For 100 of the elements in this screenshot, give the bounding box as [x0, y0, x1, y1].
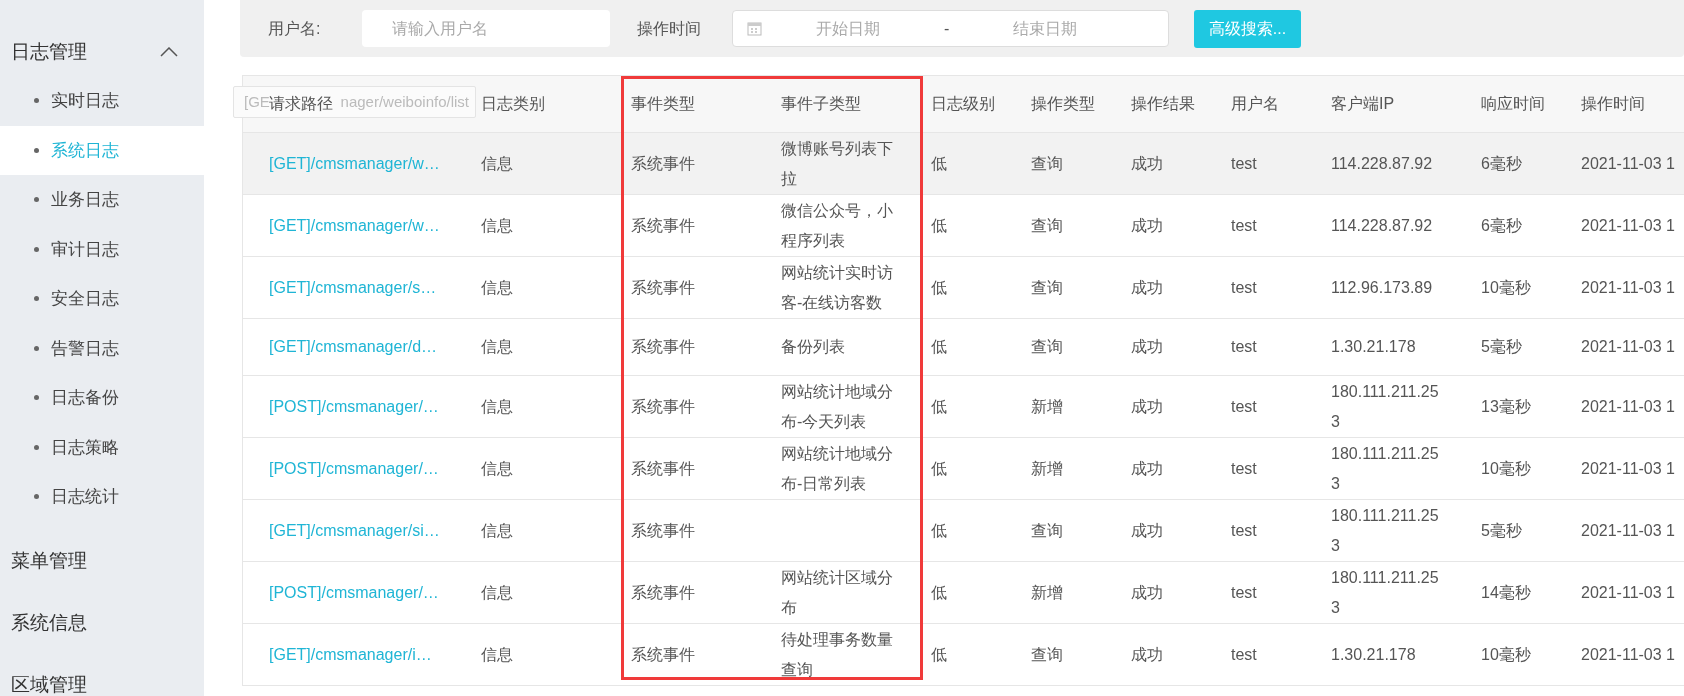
- table-cell-text: 系统事件: [631, 337, 695, 357]
- menu-item[interactable]: 日志备份: [0, 373, 204, 423]
- table-cell-text: 114.228.87.92: [1331, 153, 1433, 174]
- menu-group[interactable]: 日志管理: [0, 28, 204, 76]
- table-cell-text: 查询: [1031, 337, 1063, 357]
- username-label: 用户名:: [268, 18, 322, 39]
- table-cell-text: 成功: [1131, 277, 1163, 298]
- table-cell-text: 微信公众号，小程序列表: [781, 200, 894, 251]
- table-cell-text: 成功: [1131, 337, 1163, 357]
- tooltip-text-start: [GE: [244, 91, 270, 110]
- table-cell-text: 低: [931, 337, 947, 357]
- table-cell-text: 系统事件: [631, 396, 695, 417]
- table-cell-text: 查询: [1031, 644, 1063, 665]
- end-date-placeholder: 结束日期: [1013, 18, 1078, 39]
- table-cell-text: test: [1231, 520, 1257, 541]
- table-cell-text: 2021-11-03 1: [1581, 215, 1675, 236]
- table-cell-text: 信息: [481, 215, 513, 236]
- table-cell-text: 新增: [1031, 458, 1063, 479]
- time-label: 操作时间: [637, 18, 702, 39]
- table-cell-text: 信息: [481, 277, 513, 298]
- table-cell-text: 5毫秒: [1481, 520, 1522, 541]
- column-header: 请求路径: [269, 94, 333, 114]
- table-cell-text: 2021-11-03 1: [1581, 644, 1675, 665]
- date-range-field[interactable]: 开始日期 - 结束日期: [732, 10, 1169, 47]
- table-cell-text: 112.96.173.89: [1331, 277, 1433, 298]
- table-cell-text: test: [1231, 644, 1257, 665]
- menu-item[interactable]: 告警日志: [0, 323, 204, 373]
- table-cell-text: 1.30.21.178: [1331, 644, 1416, 665]
- table-cell-text: test: [1231, 337, 1257, 357]
- table-cell-text: 成功: [1131, 153, 1163, 174]
- table-cell-text: 信息: [481, 396, 513, 417]
- table-cell-text: 信息: [481, 582, 513, 603]
- table-cell-text: 查询: [1031, 215, 1063, 236]
- table-cell-text: 信息: [481, 337, 513, 357]
- calendar-icon: [747, 21, 762, 36]
- table-cell-text: 成功: [1131, 644, 1163, 665]
- table-cell-text: 成功: [1131, 215, 1163, 236]
- table-cell-text: 成功: [1131, 458, 1163, 479]
- column-header: 事件类型: [631, 94, 695, 114]
- table-cell-text: 10毫秒: [1481, 458, 1531, 479]
- table-cell-text: 网站统计地域分布-今天列表: [781, 381, 894, 432]
- table-cell-text: 查询: [1031, 520, 1063, 541]
- start-date-placeholder: 开始日期: [816, 18, 880, 39]
- column-header: 日志级别: [931, 94, 995, 114]
- table-cell-text: 10毫秒: [1481, 277, 1531, 298]
- table-cell-text: 系统事件: [631, 215, 695, 236]
- column-header: 操作结果: [1131, 94, 1195, 114]
- range-separator: -: [944, 18, 950, 39]
- table-cell-text: 系统事件: [631, 520, 695, 541]
- chevron-up-icon: [160, 47, 178, 57]
- table-cell-text: 180.111.211.253: [1331, 443, 1440, 494]
- column-header: 事件子类型: [781, 94, 861, 114]
- table-cell-text: test: [1231, 215, 1257, 236]
- username-field[interactable]: 请输入用户名: [362, 10, 610, 47]
- menu-group[interactable]: 区域管理: [0, 661, 204, 696]
- table-cell-text: 低: [931, 644, 947, 665]
- table-cell-text: 10毫秒: [1481, 644, 1531, 665]
- table-cell-text: 2021-11-03 1: [1581, 458, 1675, 479]
- table-cell-text: 信息: [481, 458, 513, 479]
- table-cell-text: test: [1231, 396, 1257, 417]
- menu-group[interactable]: 系统信息: [0, 599, 204, 648]
- table-cell-text: 低: [931, 396, 947, 417]
- table-cell-text: 2021-11-03 1: [1581, 277, 1675, 298]
- table-cell-text: 信息: [481, 153, 513, 174]
- table-cell-text: 14毫秒: [1481, 582, 1531, 603]
- menu-item[interactable]: 实时日志: [0, 76, 204, 126]
- table-cell-text: 系统事件: [631, 644, 695, 665]
- table-cell-text: 信息: [481, 520, 513, 541]
- table-cell-text: 待处理事务数量查询: [781, 629, 894, 680]
- table-cell-text: 低: [931, 215, 947, 236]
- column-header: 操作时间: [1581, 94, 1645, 114]
- table-cell-text: 低: [931, 458, 947, 479]
- table-cell-text: 2021-11-03 1: [1581, 396, 1675, 417]
- menu-item[interactable]: 安全日志: [0, 274, 204, 324]
- table-cell-text: test: [1231, 458, 1257, 479]
- table-cell-text: 13毫秒: [1481, 396, 1531, 417]
- table-row[interactable]: [GET]/cmsmanager/w… 信息 系统事件 微博账号列表下拉 低 查询 成功 test 114.228.87.92 6毫秒 2021-11-03 1: [243, 133, 1684, 195]
- menu-item[interactable]: 审计日志: [0, 224, 204, 274]
- menu-item[interactable]: 日志统计: [0, 472, 204, 522]
- table-cell-text: 低: [931, 277, 947, 298]
- column-header: 操作类型: [1031, 94, 1095, 114]
- menu-item[interactable]: 业务日志: [0, 175, 204, 225]
- table-cell-text: 网站统计地域分布-日常列表: [781, 443, 894, 494]
- table-cell-text: 系统事件: [631, 582, 695, 603]
- menu-group[interactable]: 菜单管理: [0, 537, 204, 586]
- table-cell-text: 成功: [1131, 582, 1163, 603]
- table-cell-text: 微博账号列表下拉: [781, 138, 894, 189]
- table-cell-text: 2021-11-03 1: [1581, 337, 1675, 357]
- menu-item[interactable]: 日志策略: [0, 422, 204, 472]
- table-cell-text: 114.228.87.92: [1331, 215, 1433, 236]
- table-cell-text: test: [1231, 153, 1257, 174]
- table-cell-text: 成功: [1131, 520, 1163, 541]
- table-cell-text: 1.30.21.178: [1331, 337, 1416, 357]
- table-cell-text: 180.111.211.253: [1331, 381, 1440, 432]
- table-cell-text: 低: [931, 582, 947, 603]
- table-cell-text: 系统事件: [631, 153, 695, 174]
- table-cell-text: test: [1231, 582, 1257, 603]
- table-cell-text: 系统事件: [631, 277, 695, 298]
- table-cell-text: test: [1231, 277, 1257, 298]
- table-cell-text: 180.111.211.253: [1331, 567, 1440, 618]
